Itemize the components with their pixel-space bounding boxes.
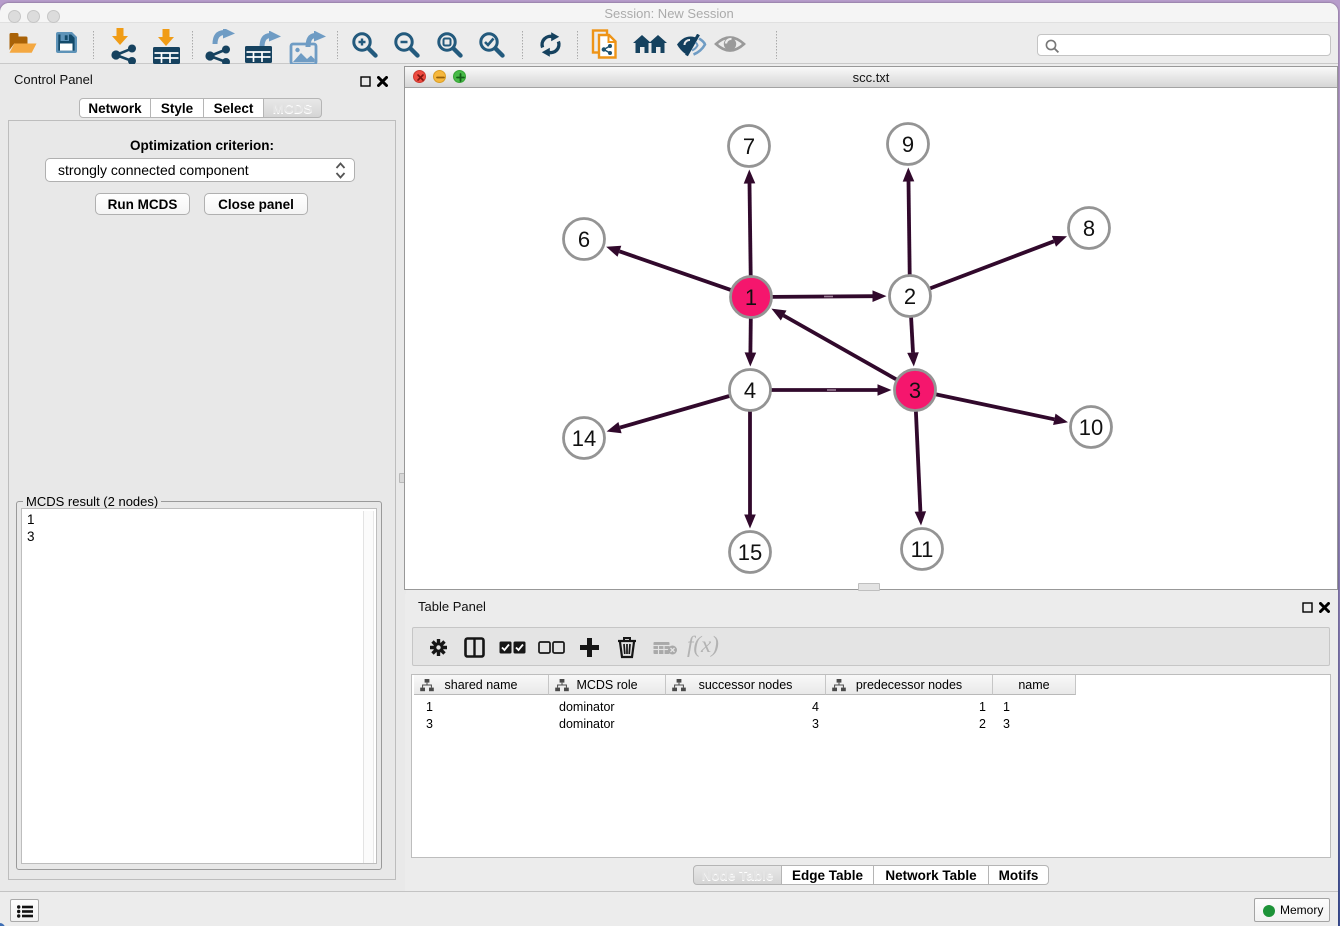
svg-text:15: 15 <box>738 540 762 565</box>
svg-text:7: 7 <box>743 134 755 159</box>
svg-text:6: 6 <box>578 227 590 252</box>
svg-text:2: 2 <box>904 284 916 309</box>
svg-text:9: 9 <box>902 132 914 157</box>
svg-text:10: 10 <box>1079 415 1103 440</box>
svg-text:4: 4 <box>744 378 756 403</box>
svg-text:11: 11 <box>911 537 934 562</box>
svg-text:3: 3 <box>909 378 921 403</box>
svg-text:1: 1 <box>745 285 757 310</box>
svg-text:8: 8 <box>1083 216 1095 241</box>
svg-text:14: 14 <box>572 426 596 451</box>
